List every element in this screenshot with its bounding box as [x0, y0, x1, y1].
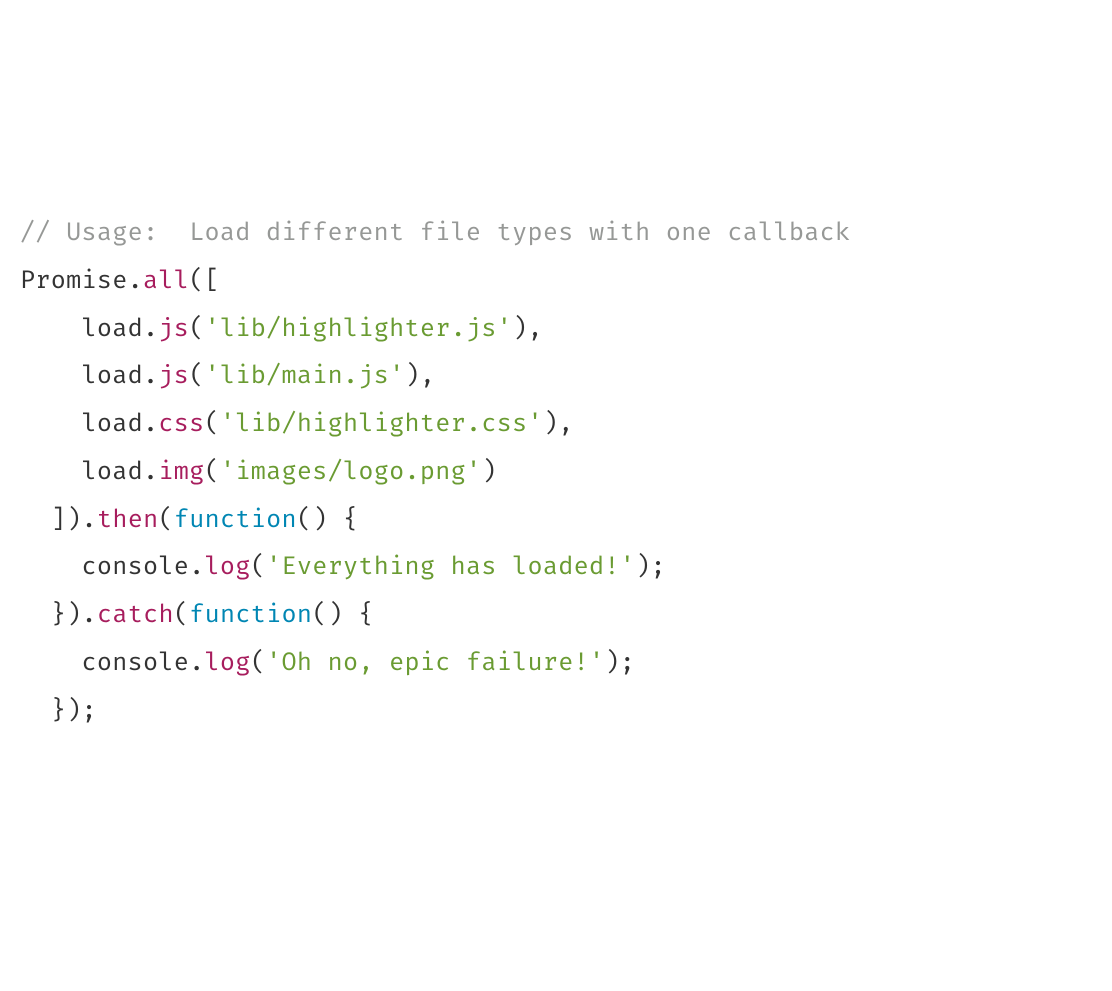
indent [20, 313, 82, 344]
open-bracket: [ [205, 265, 220, 296]
indent [20, 408, 82, 439]
load-identifier: load [82, 408, 144, 439]
close-paren: ) [512, 313, 527, 344]
img-method: img [158, 456, 204, 487]
console-identifier: console [82, 551, 190, 582]
open-paren: ( [205, 456, 220, 487]
indent [20, 551, 82, 582]
open-paren: ( [189, 265, 204, 296]
open-paren: ( [174, 599, 189, 630]
dot: . [143, 456, 158, 487]
comma: , [420, 360, 435, 391]
dot: . [143, 360, 158, 391]
open-paren: ( [251, 551, 266, 582]
indent [20, 456, 82, 487]
close-brace: } [51, 599, 66, 630]
code-line-then: ]).then(function() { [20, 496, 1092, 544]
promise-identifier: Promise [20, 265, 128, 296]
dot: . [143, 408, 158, 439]
indent [20, 599, 51, 630]
load-identifier: load [82, 360, 144, 391]
log-method: log [205, 647, 251, 678]
dot: . [143, 313, 158, 344]
open-paren: ( [251, 647, 266, 678]
open-paren: ( [158, 504, 173, 535]
catch-method: catch [97, 599, 174, 630]
code-line-load-css: load.css('lib/highlighter.css'), [20, 400, 1092, 448]
code-line-promise: Promise.all([ [20, 257, 1092, 305]
dot: . [128, 265, 143, 296]
code-line-comment: // Usage: Load different file types with… [20, 209, 1092, 257]
open-paren: ( [189, 360, 204, 391]
code-line-load-img: load.img('images/logo.png') [20, 448, 1092, 496]
close-paren: ) [481, 456, 496, 487]
comma: , [528, 313, 543, 344]
dot: . [189, 551, 204, 582]
comma: , [558, 408, 573, 439]
css-method: css [158, 408, 204, 439]
semicolon: ; [651, 551, 666, 582]
close-paren: ) [543, 408, 558, 439]
file-path-string: 'lib/main.js' [205, 360, 405, 391]
file-path-string: 'images/logo.png' [220, 456, 481, 487]
log-method: log [205, 551, 251, 582]
console-identifier: console [82, 647, 190, 678]
close-paren: ) [604, 647, 619, 678]
comment: // Usage: Load different file types with… [20, 217, 850, 248]
indent [20, 695, 51, 726]
all-method: all [143, 265, 189, 296]
open-paren: ( [205, 408, 220, 439]
then-method: then [97, 504, 159, 535]
dot: . [82, 504, 97, 535]
semicolon: ; [82, 695, 97, 726]
close-brace: } [51, 695, 66, 726]
dot: . [189, 647, 204, 678]
function-keyword: function [174, 504, 297, 535]
close-paren: ) [404, 360, 419, 391]
code-line-load-js1: load.js('lib/highlighter.js'), [20, 305, 1092, 353]
js-method: js [158, 313, 189, 344]
code-line-end: }); [20, 687, 1092, 735]
load-identifier: load [82, 456, 144, 487]
log-message-string: 'Oh no, epic failure!' [266, 647, 604, 678]
function-keyword: function [189, 599, 312, 630]
js-method: js [158, 360, 189, 391]
open-brace: { [328, 504, 359, 535]
log-message-string: 'Everything has loaded!' [266, 551, 635, 582]
code-line-log2: console.log('Oh no, epic failure!'); [20, 639, 1092, 687]
func-parens: () [312, 599, 343, 630]
open-paren: ( [189, 313, 204, 344]
semicolon: ; [620, 647, 635, 678]
code-line-load-js2: load.js('lib/main.js'), [20, 352, 1092, 400]
dot: . [82, 599, 97, 630]
close-paren: ) [66, 599, 81, 630]
indent [20, 360, 82, 391]
indent [20, 647, 82, 678]
open-brace: { [343, 599, 374, 630]
close-paren: ) [635, 551, 650, 582]
close-bracket: ] [51, 504, 66, 535]
file-path-string: 'lib/highlighter.js' [205, 313, 513, 344]
code-line-log1: console.log('Everything has loaded!'); [20, 543, 1092, 591]
close-paren: ) [66, 695, 81, 726]
close-paren: ) [66, 504, 81, 535]
code-line-catch: }).catch(function() { [20, 591, 1092, 639]
indent [20, 504, 51, 535]
file-path-string: 'lib/highlighter.css' [220, 408, 543, 439]
func-parens: () [297, 504, 328, 535]
load-identifier: load [82, 313, 144, 344]
